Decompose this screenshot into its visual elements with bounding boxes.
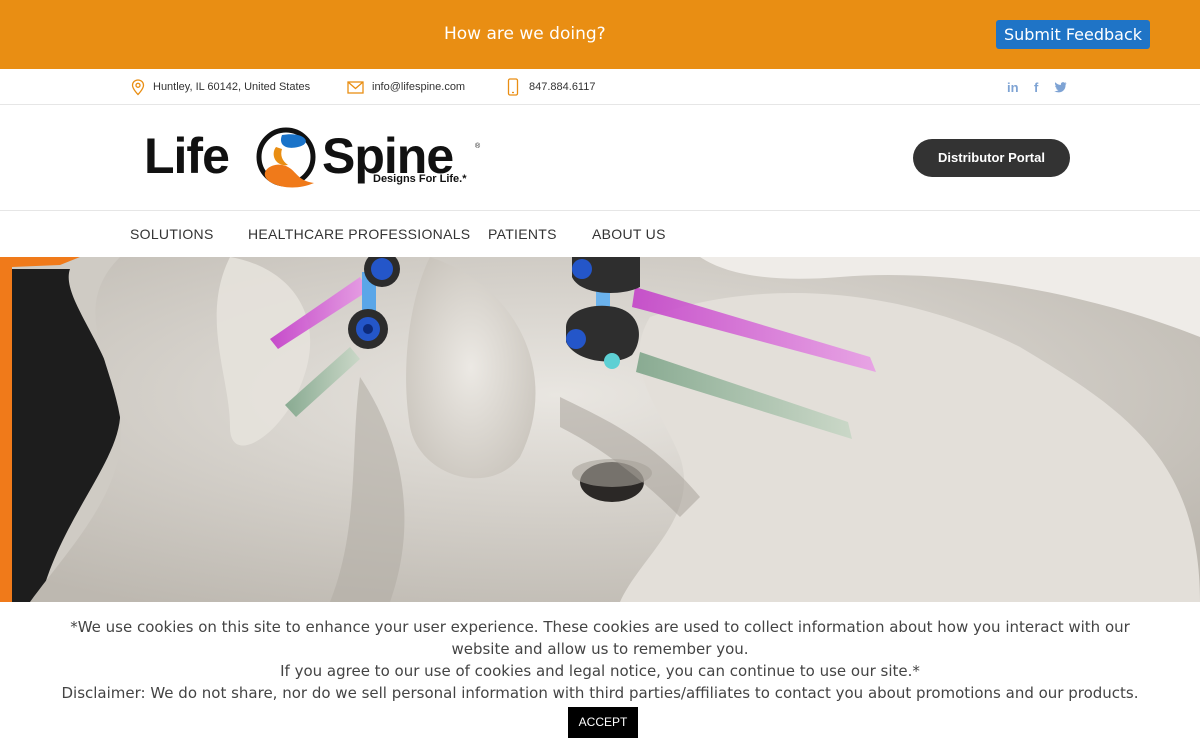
distributor-portal-button[interactable]: Distributor Portal bbox=[913, 139, 1070, 177]
phone-icon bbox=[507, 78, 519, 96]
nav-item-about-us[interactable]: ABOUT US bbox=[592, 211, 666, 257]
main-nav: SOLUTIONS HEALTHCARE PROFESSIONALS PATIE… bbox=[0, 211, 1200, 257]
twitter-icon[interactable] bbox=[1054, 69, 1067, 105]
lifespine-logo[interactable]: Life Spine ® Designs For Life.* bbox=[144, 123, 484, 195]
nav-item-patients[interactable]: PATIENTS bbox=[488, 211, 557, 257]
email-link[interactable]: info@lifespine.com bbox=[372, 81, 465, 93]
feedback-prompt: How are we doing? bbox=[444, 24, 606, 44]
cookie-notice-text: *We use cookies on this site to enhance … bbox=[70, 618, 1130, 658]
phone-link[interactable]: 847.884.6117 bbox=[529, 81, 595, 93]
address-text: Huntley, IL 60142, United States bbox=[153, 81, 311, 93]
hero-image bbox=[0, 257, 1200, 602]
logo-registered-mark: ® bbox=[475, 143, 481, 150]
logo-tagline: Designs For Life.* bbox=[373, 173, 467, 185]
spinal-screw-image bbox=[0, 257, 1200, 602]
location-icon bbox=[131, 78, 145, 95]
nav-item-solutions[interactable]: SOLUTIONS bbox=[130, 211, 214, 257]
phone-item[interactable]: 847.884.6117 bbox=[507, 69, 595, 105]
address-item: Huntley, IL 60142, United States bbox=[131, 69, 310, 105]
logo-word-life: Life bbox=[144, 128, 230, 184]
contact-bar: Huntley, IL 60142, United States info@li… bbox=[0, 69, 1200, 105]
feedback-bar: How are we doing? Submit Feedback bbox=[0, 0, 1200, 69]
email-icon bbox=[347, 80, 364, 94]
nav-item-healthcare-professionals[interactable]: HEALTHCARE PROFESSIONALS bbox=[248, 211, 470, 257]
cookie-banner: *We use cookies on this site to enhance … bbox=[0, 602, 1200, 750]
site-header: Life Spine ® Designs For Life.* Distribu… bbox=[0, 105, 1200, 211]
accept-cookies-button[interactable]: ACCEPT bbox=[568, 707, 638, 738]
linkedin-icon[interactable]: in bbox=[1007, 69, 1019, 105]
cookie-consent-text: If you agree to our use of cookies and l… bbox=[280, 662, 920, 680]
submit-feedback-button[interactable]: Submit Feedback bbox=[996, 20, 1150, 49]
email-item[interactable]: info@lifespine.com bbox=[347, 69, 465, 105]
facebook-icon[interactable]: f bbox=[1034, 69, 1038, 105]
logo-mark-icon bbox=[256, 127, 316, 188]
cookie-disclaimer-text: Disclaimer: We do not share, nor do we s… bbox=[61, 684, 1139, 702]
